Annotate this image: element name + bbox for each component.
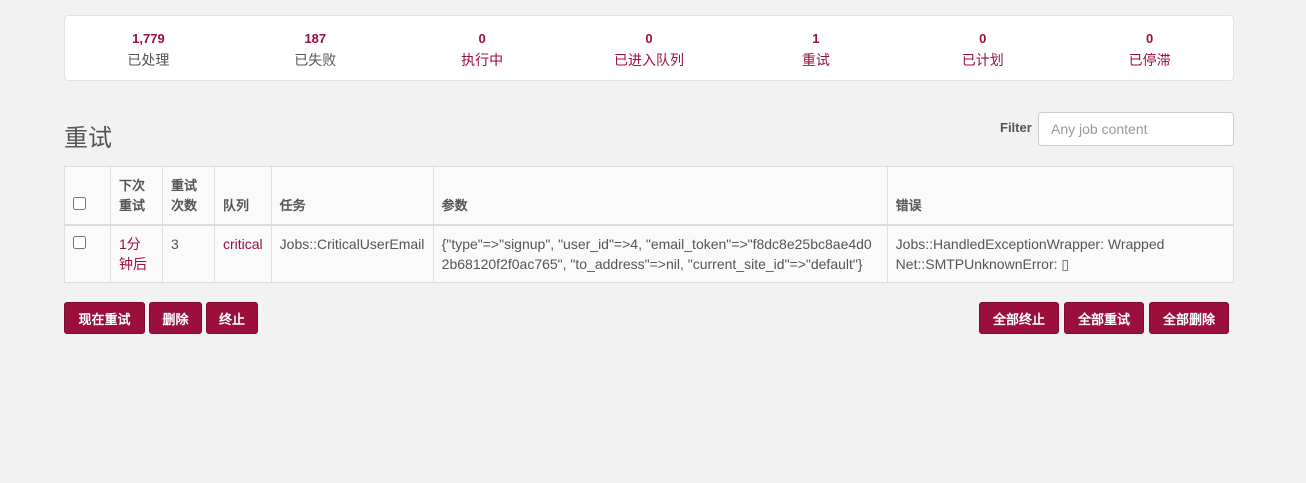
stat-enqueued[interactable]: 0 已进入队列 — [566, 16, 733, 80]
header-arguments: 参数 — [432, 166, 888, 226]
header-error: 错误 — [886, 166, 1235, 226]
stat-busy[interactable]: 0 执行中 — [399, 16, 566, 80]
queue-link[interactable]: critical — [214, 224, 272, 283]
stat-processed: 1,779 已处理 — [65, 16, 232, 80]
page-title: 重试 — [64, 125, 112, 152]
table-header-row: 下次重试 重试次数 队列 任务 参数 错误 — [64, 166, 1235, 226]
stat-failed: 187 已失败 — [232, 16, 399, 80]
stat-dead[interactable]: 0 已停滞 — [1066, 16, 1233, 80]
next-retry-link[interactable]: 1分钟后 — [110, 224, 163, 283]
stat-processed-label: 已处理 — [127, 52, 170, 68]
delete-button[interactable]: 删除 — [149, 302, 202, 334]
row-checkbox[interactable] — [73, 235, 86, 249]
stat-enqueued-count[interactable]: 0 — [566, 31, 733, 47]
stat-scheduled-count[interactable]: 0 — [899, 31, 1066, 47]
header-retry-count: 重试次数 — [162, 166, 215, 226]
header-job: 任务 — [270, 166, 434, 226]
stat-failed-label: 已失败 — [294, 52, 337, 68]
retry-now-button[interactable]: 现在重试 — [64, 302, 145, 334]
header-queue: 队列 — [214, 166, 272, 226]
stat-retries-count[interactable]: 1 — [732, 31, 899, 47]
job-class-cell: Jobs::CriticalUserEmail — [270, 224, 434, 283]
stat-busy-link[interactable]: 执行中 — [399, 51, 566, 69]
row-select-cell — [64, 224, 111, 283]
stat-enqueued-link[interactable]: 已进入队列 — [566, 51, 733, 69]
retries-table: 下次重试 重试次数 队列 任务 参数 错误 1分钟后 3 critical Jo… — [64, 166, 1235, 283]
retry-count-cell: 3 — [162, 224, 215, 283]
stat-retries[interactable]: 1 重试 — [732, 16, 899, 80]
stat-processed-count: 1,779 — [132, 31, 165, 46]
stat-failed-count: 187 — [304, 31, 327, 46]
stat-dead-link[interactable]: 已停滞 — [1066, 51, 1233, 69]
arguments-cell: {"type"=>"signup", "user_id"=>4, "email_… — [432, 224, 888, 283]
kill-button[interactable]: 终止 — [206, 302, 258, 334]
select-all-cell — [64, 166, 111, 226]
header-next-retry: 下次重试 — [110, 166, 163, 226]
stat-busy-count[interactable]: 0 — [399, 31, 566, 47]
retry-all-button[interactable]: 全部重试 — [1064, 302, 1144, 334]
filter-input[interactable] — [1038, 112, 1234, 146]
error-cell: Jobs::HandledExceptionWrapper: Wrapped N… — [886, 224, 1235, 283]
filter-label: Filter — [1000, 120, 1032, 135]
select-all-checkbox[interactable] — [73, 196, 86, 210]
stat-scheduled[interactable]: 0 已计划 — [899, 16, 1066, 80]
delete-all-button[interactable]: 全部删除 — [1149, 302, 1229, 334]
stat-scheduled-link[interactable]: 已计划 — [899, 51, 1066, 69]
stat-dead-count[interactable]: 0 — [1066, 31, 1233, 47]
kill-all-button[interactable]: 全部终止 — [979, 302, 1059, 334]
summary-stats-bar: 1,779 已处理 187 已失败 0 执行中 0 已进入队列 1 重试 0 已… — [64, 15, 1234, 81]
table-row: 1分钟后 3 critical Jobs::CriticalUserEmail … — [64, 224, 1235, 283]
stat-retries-link[interactable]: 重试 — [732, 51, 899, 69]
